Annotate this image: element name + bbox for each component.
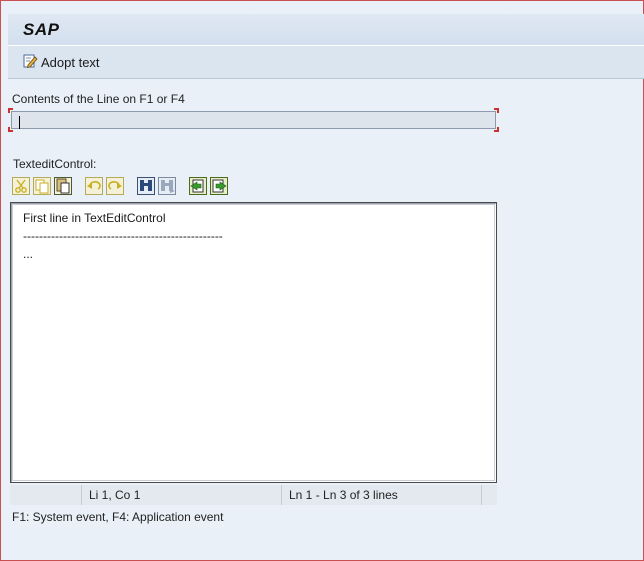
textedit-toolbar	[10, 176, 229, 198]
find-icon	[136, 176, 155, 198]
sap-window: SAP Adopt text Contents of the Line on F…	[0, 0, 644, 561]
save-local-file-button[interactable]	[208, 176, 229, 198]
copy-button[interactable]	[31, 176, 52, 198]
adopt-text-label: Adopt text	[41, 54, 100, 70]
undo-button[interactable]	[83, 176, 104, 198]
title-bar: SAP	[8, 14, 644, 46]
text-caret	[19, 116, 20, 129]
status-cell-lines: Ln 1 - Ln 3 of 3 lines	[282, 485, 482, 505]
find-button[interactable]	[135, 176, 156, 198]
paste-icon	[53, 176, 72, 198]
line-field-label: Contents of the Line on F1 or F4	[12, 92, 185, 106]
redo-icon	[105, 176, 124, 198]
save-local-file-icon	[209, 176, 228, 198]
textedit-label: TexteditControl:	[13, 157, 97, 171]
textedit-area[interactable]: First line in TextEditControl ----------…	[12, 204, 495, 481]
textedit-statusbar: Li 1, Co 1 Ln 1 - Ln 3 of 3 lines	[10, 485, 497, 505]
redo-button[interactable]	[104, 176, 125, 198]
textedit-control: First line in TextEditControl ----------…	[10, 202, 497, 483]
event-hint-text: F1: System event, F4: Application event	[12, 510, 224, 524]
line-contents-input[interactable]	[11, 111, 496, 129]
status-cell-cursor: Li 1, Co 1	[82, 485, 282, 505]
window-title: SAP	[23, 20, 60, 39]
line-field-wrapper	[8, 108, 499, 132]
find-next-icon	[157, 176, 176, 198]
application-toolbar: Adopt text	[8, 46, 644, 79]
cut-icon	[11, 176, 30, 198]
undo-icon	[84, 176, 103, 198]
status-cell-mode	[10, 485, 82, 505]
load-local-file-icon	[188, 176, 207, 198]
load-local-file-button[interactable]	[187, 176, 208, 198]
paste-button[interactable]	[52, 176, 73, 198]
copy-icon	[32, 176, 51, 198]
edit-pencil-icon	[22, 53, 38, 72]
find-next-button[interactable]	[156, 176, 177, 198]
cut-button[interactable]	[10, 176, 31, 198]
adopt-text-button[interactable]: Adopt text	[18, 52, 104, 72]
